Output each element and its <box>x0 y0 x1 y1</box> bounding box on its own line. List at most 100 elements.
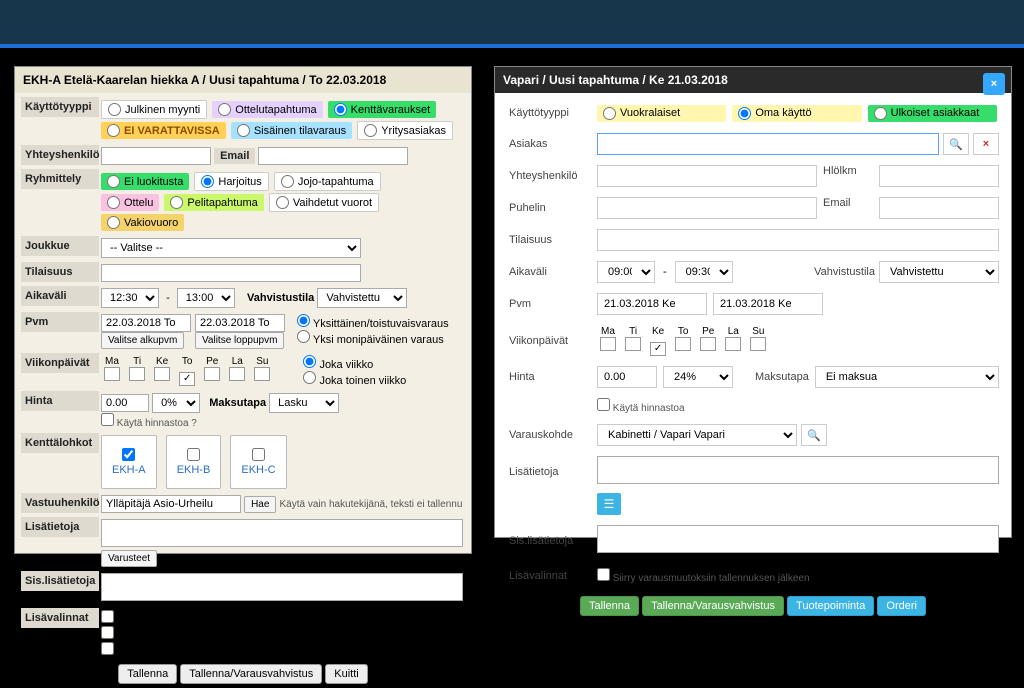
btn-save-confirm[interactable]: Tallenna/Varausvahvistus <box>642 596 784 616</box>
label-inner-extra: Sis.lisätietoja <box>21 571 99 591</box>
opt-internal[interactable]: Sisäinen tilavaraus <box>231 122 352 139</box>
event-input[interactable] <box>597 229 999 251</box>
time-to[interactable]: 13:00 <box>177 288 235 308</box>
extra-info-textarea[interactable] <box>101 519 463 547</box>
label-extra-info: Lisätietoja <box>505 460 595 484</box>
percent-select[interactable]: 24% <box>663 366 733 388</box>
label-payment: Maksutapa <box>209 397 266 409</box>
opt-tenants[interactable]: Vuokralaiset <box>597 105 726 122</box>
opt-not-available[interactable]: EI VARATTAVISSA <box>101 122 226 139</box>
inner-extra-textarea[interactable] <box>101 573 463 601</box>
btn-order[interactable]: Orderi <box>877 596 926 616</box>
chk-event-after[interactable]: Kirjaa tapahtuma varauksen jälkeen <box>101 630 292 642</box>
opt-no-class[interactable]: Ei luokitusta <box>101 173 189 190</box>
phone-input[interactable] <box>597 197 817 219</box>
opt-standard[interactable]: Vakiovuoro <box>101 214 184 231</box>
email-input[interactable] <box>879 197 999 219</box>
headcount-input[interactable] <box>879 165 999 187</box>
btn-receipt[interactable]: Kuitti <box>325 664 367 684</box>
chk-use-pricelist[interactable]: Käytä hinnastoa ? <box>101 418 197 429</box>
email-input[interactable] <box>258 147 408 165</box>
team-select[interactable]: -- Valitse -- <box>101 238 361 258</box>
label-event: Tilaisuus <box>505 228 595 252</box>
target-select[interactable]: Kabinetti / Vapari Vapari <box>597 424 797 446</box>
btn-pick-start[interactable]: Valitse alkupvm <box>101 332 184 349</box>
btn-equipment[interactable]: Varusteet <box>101 550 157 567</box>
inner-extra-textarea[interactable] <box>597 525 999 553</box>
label-confirm-state: Vahvistustila <box>247 292 314 304</box>
btn-product-pick[interactable]: Tuotepoiminta <box>787 596 874 616</box>
opt-jojo[interactable]: Jojo-tapahtuma <box>274 172 381 191</box>
opt-shifted[interactable]: Vaihdetut vuorot <box>269 193 379 212</box>
btn-save[interactable]: Tallenna <box>580 596 639 616</box>
label-confirm-state: Vahvistustila <box>814 266 875 278</box>
contact-input[interactable] <box>101 147 211 165</box>
confirm-select[interactable]: Vahvistettu <box>317 288 407 308</box>
opt-multiday[interactable]: Yksi monipäiväinen varaus <box>297 334 444 346</box>
opt-match-event[interactable]: Ottelutapahtuma <box>212 101 322 118</box>
opt-public-sale[interactable]: Julkinen myynti <box>101 100 207 119</box>
label-phone: Puhelin <box>505 196 595 220</box>
percent-select[interactable]: 0% <box>152 393 200 413</box>
field-block-a[interactable]: EKH-A <box>101 435 157 489</box>
label-field-blocks: Kenttälohkot <box>21 433 99 453</box>
opt-single-repeat[interactable]: Yksittäinen/toistuvaisvaraus <box>297 318 449 330</box>
date-to[interactable] <box>195 314 285 332</box>
payment-select[interactable]: Ei maksua <box>815 366 999 388</box>
label-event: Tilaisuus <box>21 262 99 282</box>
payment-select[interactable]: Lasku <box>269 393 339 413</box>
extra-info-textarea[interactable] <box>597 456 999 484</box>
chk-use-pricelist[interactable]: Käytä hinnastoa <box>597 403 685 414</box>
label-grouping: Ryhmittely <box>21 169 99 189</box>
chk-coach-after[interactable]: Kirjaa valmentaja varauksen jälkeen <box>101 646 293 658</box>
opt-match[interactable]: Ottelu <box>101 194 159 211</box>
search-icon[interactable]: 🔍 <box>801 424 827 446</box>
opt-business[interactable]: Yritysasiakas <box>357 121 453 140</box>
weekday-picker[interactable]: Ma Ti Ke To Pe La Su <box>101 355 273 387</box>
btn-save[interactable]: Tallenna <box>118 664 177 684</box>
close-button[interactable]: × <box>983 73 1005 95</box>
date-from[interactable] <box>101 314 191 332</box>
btn-pick-end[interactable]: Valitse loppupvm <box>195 332 284 349</box>
label-usage-type: Käyttötyyppi <box>21 97 99 117</box>
responsible-input[interactable] <box>101 495 241 513</box>
time-from[interactable]: 12:30 <box>101 288 159 308</box>
chk-goto-changes[interactable]: Siirry varausmuutoksiin tallennuksen jäl… <box>597 573 810 584</box>
list-icon[interactable]: ☰ <box>597 493 621 515</box>
label-extra-options: Lisävalinnat <box>21 608 99 628</box>
opt-training[interactable]: Harjoitus <box>194 172 268 191</box>
label-target: Varauskohde <box>505 423 595 447</box>
field-block-c[interactable]: EKH-C <box>230 435 286 489</box>
price-input[interactable] <box>597 366 657 388</box>
label-extra-info: Lisätietoja <box>21 517 99 537</box>
label-date: Pvm <box>21 312 99 332</box>
opt-every-other[interactable]: Joka toinen viikko <box>303 375 406 387</box>
time-to[interactable]: 09:30 <box>675 261 733 283</box>
btn-save-confirm[interactable]: Tallenna/Varausvahvistus <box>180 664 322 684</box>
clear-icon[interactable]: × <box>973 133 999 155</box>
search-icon[interactable]: 🔍 <box>943 133 969 155</box>
opt-field-bookings[interactable]: Kenttävaraukset <box>328 101 437 118</box>
label-contact: Yhteyshenkilö <box>505 164 595 188</box>
opt-every-week[interactable]: Joka viikko <box>303 359 373 371</box>
date-from[interactable] <box>597 293 707 315</box>
label-interval: Aikaväli <box>21 286 99 306</box>
chk-order-after[interactable]: Kirjaa orderi varauksen jälkeen <box>101 614 268 626</box>
opt-external[interactable]: Ulkoiset asiakkaat <box>868 105 997 122</box>
confirm-select[interactable]: Vahvistettu <box>879 261 999 283</box>
date-to[interactable] <box>713 293 823 315</box>
btn-search-responsible[interactable]: Hae <box>244 496 276 513</box>
field-block-b[interactable]: EKH-B <box>166 435 222 489</box>
label-price[interactable]: Hinta <box>505 365 595 389</box>
time-from[interactable]: 09:00 <box>597 261 655 283</box>
event-input[interactable] <box>101 264 361 282</box>
contact-input[interactable] <box>597 165 817 187</box>
opt-game-event[interactable]: Pelitapahtuma <box>164 194 263 211</box>
opt-own-use[interactable]: Oma käyttö <box>732 105 861 122</box>
label-date: Pvm <box>505 292 595 316</box>
label-responsible: Vastuuhenkilö <box>21 493 99 513</box>
customer-input[interactable] <box>597 133 939 155</box>
price-input[interactable] <box>101 394 149 412</box>
weekday-picker[interactable]: Ma Ti Ke To Pe La Su <box>595 323 1001 358</box>
panel-title: Vapari / Uusi tapahtuma / Ke 21.03.2018 <box>495 67 1011 93</box>
